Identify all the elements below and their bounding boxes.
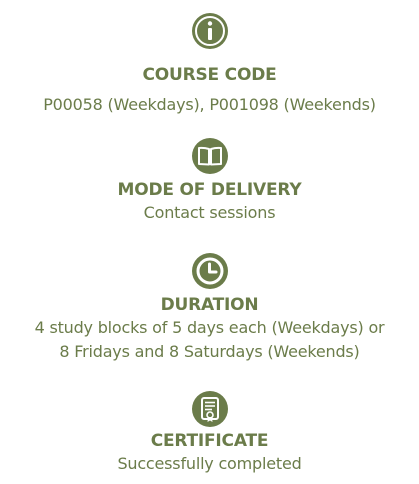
certificate-value: Successfully completed <box>117 454 302 473</box>
mode-of-delivery-section: MODE OF DELIVERY Contact sessions <box>0 137 419 225</box>
certificate-section: CERTIFICATE Successfully completed <box>0 390 419 476</box>
certificate-icon <box>191 390 229 428</box>
duration-value-line-2: 8 Fridays and 8 Saturdays (Weekends) <box>59 342 360 361</box>
course-info-panel: COURSE CODE P00058 (Weekdays), P001098 (… <box>0 0 419 484</box>
mode-of-delivery-value: Contact sessions <box>143 203 276 222</box>
duration-heading: DURATION <box>160 295 259 315</box>
course-code-section: COURSE CODE P00058 (Weekdays), P001098 (… <box>0 12 419 117</box>
course-code-heading: COURSE CODE <box>142 65 277 85</box>
course-code-value: P00058 (Weekdays), P001098 (Weekends) <box>43 95 376 114</box>
info-icon <box>191 12 229 50</box>
duration-section: DURATION 4 study blocks of 5 days each (… <box>0 252 419 364</box>
duration-value-line-1: 4 study blocks of 5 days each (Weekdays)… <box>34 318 385 337</box>
clock-icon <box>191 252 229 290</box>
certificate-heading: CERTIFICATE <box>150 431 269 451</box>
mode-of-delivery-heading: MODE OF DELIVERY <box>117 180 302 200</box>
book-icon <box>191 137 229 175</box>
